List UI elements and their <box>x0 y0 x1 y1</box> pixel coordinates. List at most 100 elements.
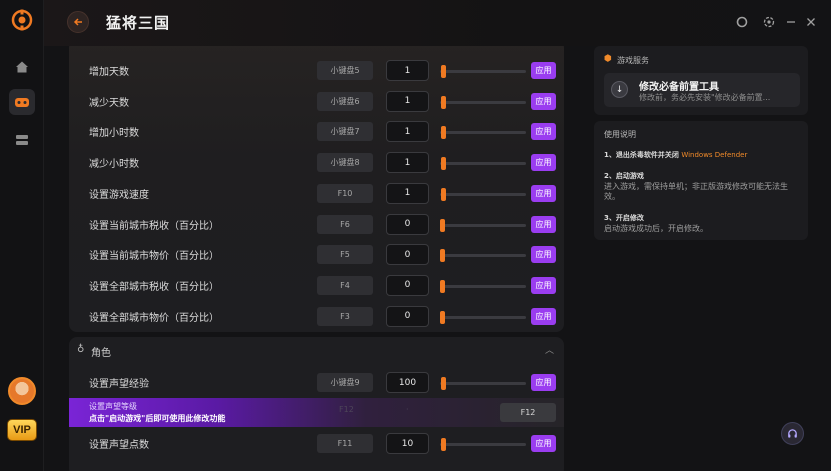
hotkey-button[interactable]: 小键盘7 <box>317 122 373 142</box>
apply-button[interactable]: 应用 <box>531 123 556 141</box>
setting-label: 设置全部城市物价（百分比） <box>89 312 219 324</box>
apply-button[interactable]: 应用 <box>531 276 556 294</box>
setting-row: 设置当前城市税收（百分比） F6 0 应用 <box>69 210 564 240</box>
instruction-step-2-desc: 进入游戏，需保持单机；非正版游戏修改可能无法生效。 <box>604 182 788 201</box>
promo-ghost-value: · <box>406 405 409 414</box>
games-nav-button[interactable] <box>9 89 35 115</box>
left-rail: VIP <box>0 0 44 471</box>
setting-label: 设置声望点数 <box>89 440 149 451</box>
promo-banner[interactable]: 设置声望等级 点击"启动游戏"后即可使用此修改功能 F12 · F12 <box>69 398 564 427</box>
hotkey-button[interactable]: 小键盘5 <box>317 61 373 80</box>
value-slider[interactable] <box>440 279 526 293</box>
value-slider[interactable] <box>440 126 526 140</box>
setting-label: 减少天数 <box>89 97 129 109</box>
setting-row: 设置当前城市物价（百分比） F5 0 应用 <box>69 240 564 270</box>
value-slider[interactable] <box>440 218 526 232</box>
main-panel: 增加天数 小键盘5 1 应用 减少天数 小键盘6 1 应用 增加小时数 小键盘7 1 应用 减少小时数小… <box>69 46 564 471</box>
setting-label: 设置全部城市税收（百分比） <box>89 281 219 293</box>
slider-thumb[interactable] <box>441 65 446 78</box>
slider-thumb[interactable] <box>441 157 446 171</box>
instruction-step-3-desc: 启动游戏成功后，开启修改。 <box>604 224 708 233</box>
slider-thumb[interactable] <box>440 310 445 324</box>
promo-row-label: 设置声望等级 <box>89 402 137 411</box>
storage-icon <box>16 135 28 145</box>
slider-thumb[interactable] <box>440 218 445 232</box>
vip-badge[interactable]: VIP <box>7 419 37 441</box>
value-input[interactable]: 1 <box>386 60 429 81</box>
hotkey-button[interactable]: 小键盘6 <box>317 91 373 111</box>
value-input[interactable]: 1 <box>386 152 429 174</box>
setting-row: 设置全部城市税收（百分比） F4 0 应用 <box>69 271 564 301</box>
slider-thumb[interactable] <box>441 95 446 109</box>
value-slider[interactable] <box>440 157 526 171</box>
hotkey-button[interactable]: F4 <box>317 275 373 295</box>
value-input[interactable]: 0 <box>386 274 429 296</box>
slider-thumb[interactable] <box>441 126 446 140</box>
value-slider[interactable] <box>440 310 526 324</box>
chevron-up-icon[interactable]: ︿ <box>545 343 554 356</box>
value-input[interactable]: 0 <box>386 305 429 327</box>
minimize-icon[interactable] <box>783 14 799 30</box>
apply-button[interactable]: 应用 <box>531 435 556 452</box>
hotkey-button[interactable]: F11 <box>317 434 373 453</box>
step1-text: 1、退出杀毒软件并关闭 <box>604 151 679 159</box>
slider-thumb[interactable] <box>440 249 445 263</box>
hotkey-button[interactable]: 小键盘8 <box>317 153 373 173</box>
slider-thumb[interactable] <box>441 377 446 390</box>
value-slider[interactable] <box>440 65 526 78</box>
hotkey-button[interactable]: F3 <box>317 306 373 326</box>
value-input[interactable]: 1 <box>386 182 429 204</box>
apply-button[interactable]: 应用 <box>531 184 556 202</box>
app-logo-icon[interactable] <box>11 9 33 31</box>
home-nav-button[interactable] <box>9 54 35 80</box>
value-input[interactable]: 0 <box>386 213 429 235</box>
hotkey-button[interactable]: F5 <box>317 245 373 265</box>
value-slider[interactable] <box>440 249 526 263</box>
apply-button[interactable]: 应用 <box>531 92 556 110</box>
promo-notice: 点击"启动游戏"后即可使用此修改功能 <box>89 414 226 423</box>
value-slider[interactable] <box>440 187 526 201</box>
setting-row: 增加天数 小键盘5 1 应用 <box>69 56 564 86</box>
back-button[interactable] <box>67 11 89 33</box>
value-input[interactable]: 100 <box>386 372 429 393</box>
slider-thumb[interactable] <box>441 438 446 451</box>
slider-thumb[interactable] <box>440 279 445 293</box>
hotkey-button[interactable]: 小键盘9 <box>317 373 373 392</box>
value-input[interactable]: 1 <box>386 121 429 143</box>
page-title: 猛将三国 <box>106 14 171 32</box>
settings-icon[interactable] <box>761 14 777 30</box>
prerequisite-tool-item[interactable]: ↓ 修改必备前置工具 修改前，务必先安装"修改必备前置... <box>604 73 800 107</box>
close-icon[interactable] <box>803 14 819 30</box>
skin-icon[interactable] <box>734 14 750 30</box>
slider-thumb[interactable] <box>441 187 446 201</box>
setting-label: 设置声望经验 <box>89 379 149 390</box>
instructions-title: 使用说明 <box>604 130 636 139</box>
value-slider[interactable] <box>440 95 526 109</box>
setting-label: 增加天数 <box>89 67 129 78</box>
tool-name: 修改必备前置工具 <box>639 82 719 93</box>
promo-key-button[interactable]: F12 <box>500 403 556 422</box>
hotkey-button[interactable]: F10 <box>317 183 373 203</box>
value-input[interactable]: 10 <box>386 433 429 454</box>
storage-nav-button[interactable] <box>9 127 35 153</box>
apply-button[interactable]: 应用 <box>531 307 556 325</box>
home-icon <box>16 61 28 73</box>
hotkey-button[interactable]: F6 <box>317 214 373 234</box>
value-input[interactable]: 1 <box>386 90 429 112</box>
headset-icon[interactable] <box>781 422 804 445</box>
value-slider[interactable] <box>440 377 526 390</box>
value-slider[interactable] <box>440 438 526 451</box>
apply-button[interactable]: 应用 <box>531 215 556 233</box>
role-icon: ♁ <box>77 344 85 355</box>
roles-section-header[interactable]: ♁ 角色 ︿ <box>69 337 564 363</box>
apply-button[interactable]: 应用 <box>531 246 556 264</box>
value-input[interactable]: 0 <box>386 244 429 266</box>
setting-row: 设置声望经验 小键盘9 100 应用 <box>69 368 564 398</box>
instruction-step-3: 3、开启修改 <box>604 214 644 222</box>
apply-button[interactable]: 应用 <box>531 374 556 391</box>
setting-row: 设置声望点数 F11 10 应用 <box>69 429 564 459</box>
avatar[interactable] <box>8 377 36 405</box>
apply-button[interactable]: 应用 <box>531 154 556 172</box>
apply-button[interactable]: 应用 <box>531 62 556 79</box>
title-bar: 猛将三国 <box>44 0 831 46</box>
